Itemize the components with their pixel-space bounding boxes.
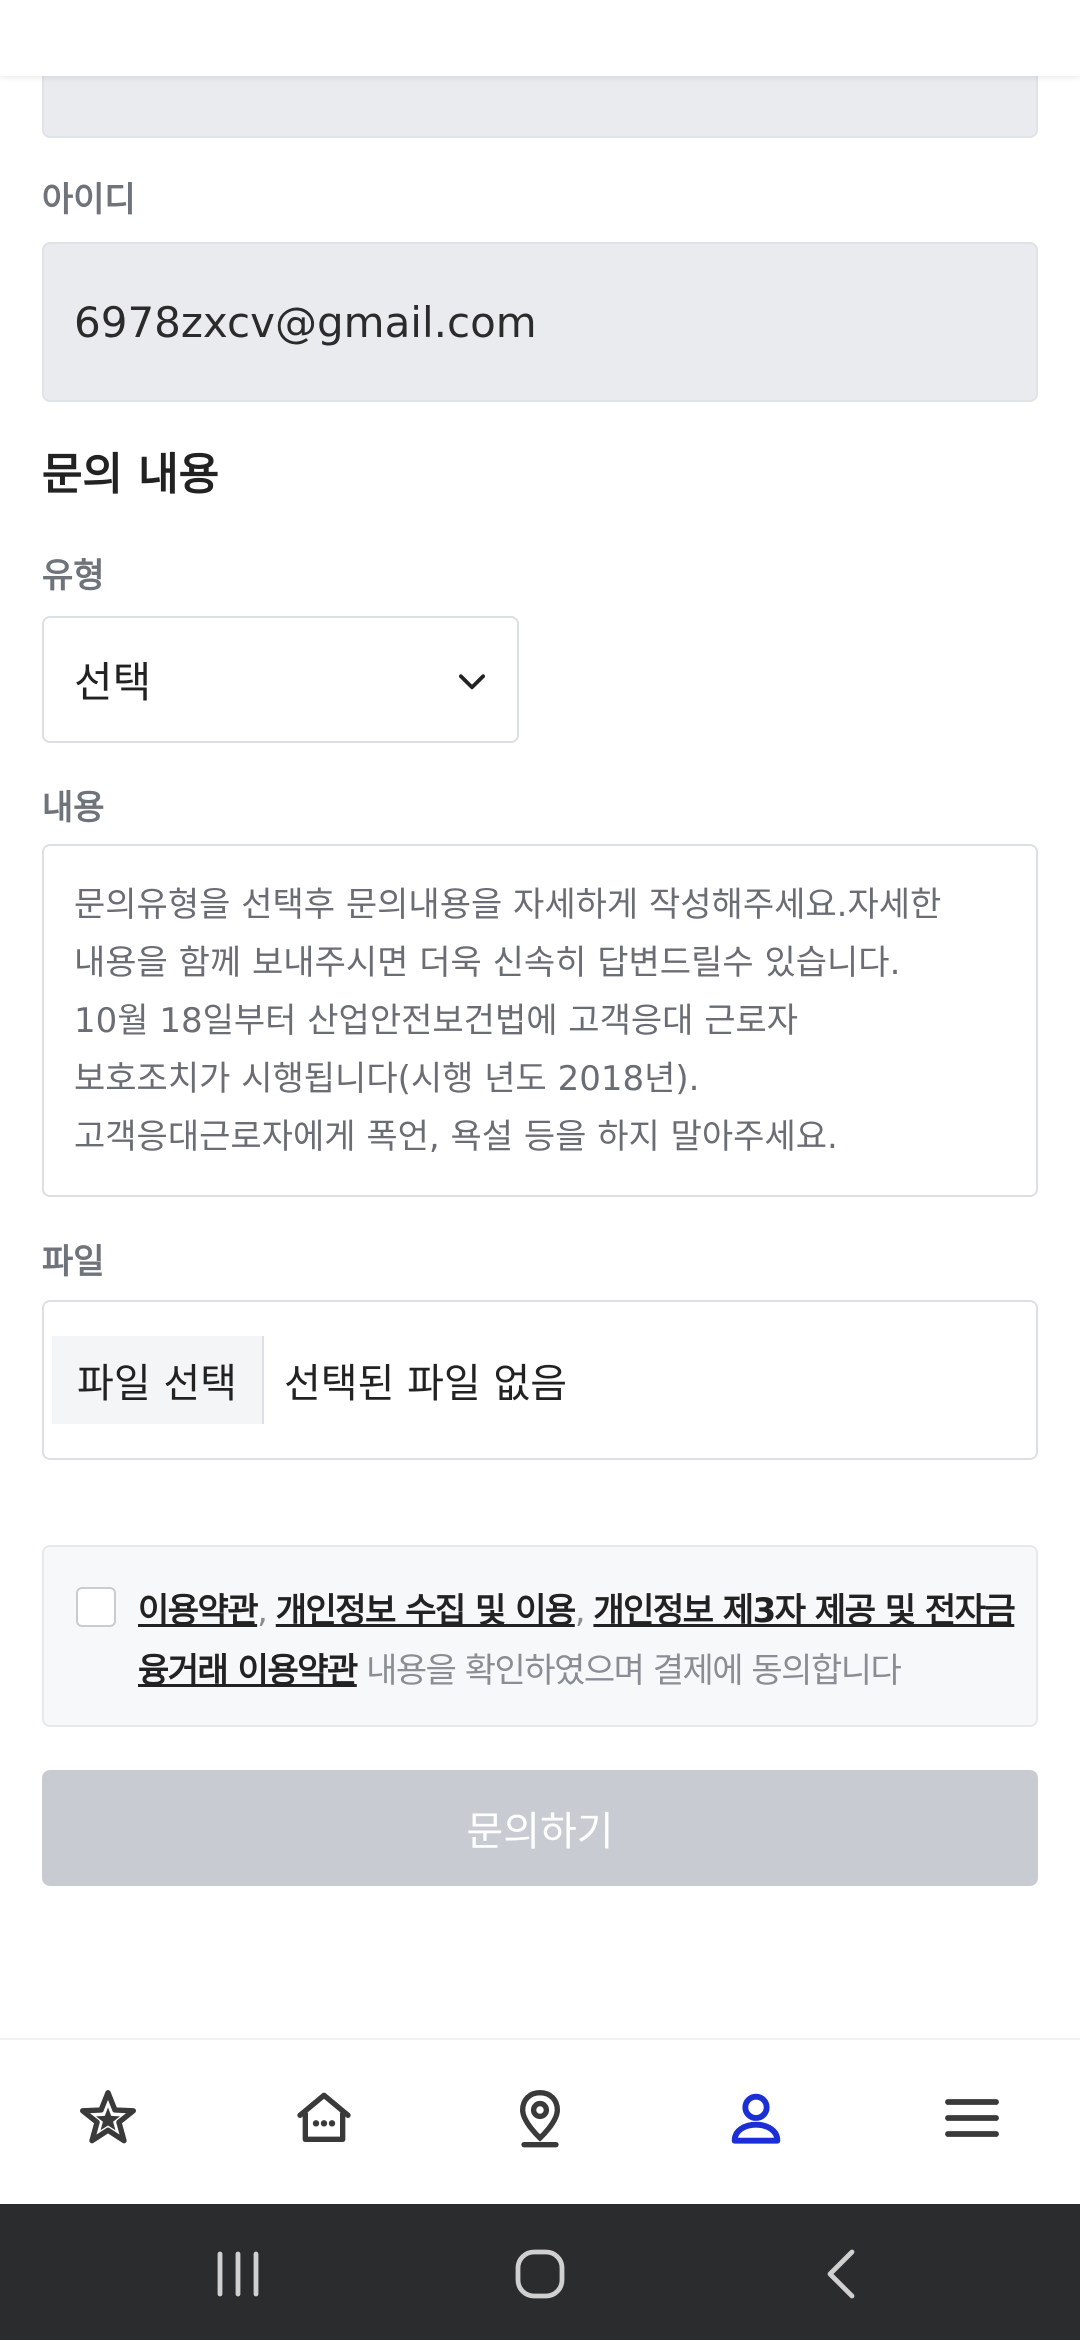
type-label: 유형 <box>42 556 105 596</box>
submit-button[interactable]: 문의하기 <box>42 1770 1038 1886</box>
bottom-nav <box>0 2038 1080 2206</box>
menu-icon <box>945 2099 999 2137</box>
nav-home[interactable] <box>284 2078 364 2158</box>
separator: , <box>574 1591 594 1631</box>
content-label: 내용 <box>42 788 105 828</box>
user-icon <box>731 2093 781 2144</box>
file-label: 파일 <box>42 1242 105 1282</box>
back-icon[interactable] <box>812 2246 872 2302</box>
type-select[interactable]: 선택 <box>42 616 519 743</box>
file-input[interactable]: 파일 선택 선택된 파일 없음 <box>42 1300 1038 1460</box>
system-navigation-bar <box>0 2204 1080 2340</box>
nav-menu[interactable] <box>932 2078 1012 2158</box>
chevron-down-icon <box>459 674 485 690</box>
id-field: 6978zxcv@gmail.com <box>42 242 1038 402</box>
file-status-text: 선택된 파일 없음 <box>284 1361 568 1407</box>
nav-location[interactable] <box>500 2078 580 2158</box>
content-textarea[interactable]: 문의유형을 선택후 문의내용을 자세하게 작성해주세요.자세한 내용을 함께 보… <box>42 844 1038 1197</box>
inquiry-section-title: 문의 내용 <box>42 449 220 500</box>
placeholder-line: 10월 18일부터 산업안전보건법에 고객응대 근로자 <box>74 1001 799 1041</box>
placeholder-line: 고객응대근로자에게 폭언, 욕설 등을 하지 말아주세요. <box>74 1117 838 1157</box>
location-pin-icon <box>519 2089 561 2148</box>
placeholder-line: 보호조치가 시행됩니다(시행 년도 2018년). <box>74 1059 700 1099</box>
agreement-box: 이용약관, 개인정보 수집 및 이용, 개인정보 제3자 제공 및 전자금융거래… <box>42 1545 1038 1727</box>
agreement-text: 이용약관, 개인정보 수집 및 이용, 개인정보 제3자 제공 및 전자금융거래… <box>138 1581 1018 1701</box>
nav-star[interactable] <box>68 2078 148 2158</box>
home-circle-icon[interactable] <box>510 2246 570 2302</box>
file-select-button[interactable]: 파일 선택 <box>52 1336 264 1424</box>
placeholder-line: 내용을 함께 보내주시면 더욱 신속히 답변드릴수 있습니다. <box>74 943 901 983</box>
third-party-link[interactable]: 개인정보 제3자 제공 및 전자금 <box>593 1591 1015 1631</box>
home-icon <box>297 2092 351 2142</box>
type-select-value: 선택 <box>74 658 152 707</box>
agreement-checkbox[interactable] <box>76 1587 116 1627</box>
placeholder-line: 문의유형을 선택후 문의내용을 자세하게 작성해주세요.자세한 <box>74 885 942 925</box>
id-label: 아이디 <box>42 180 136 220</box>
privacy-link[interactable]: 개인정보 수집 및 이용 <box>276 1591 577 1631</box>
top-app-bar <box>0 0 1080 76</box>
star-icon <box>80 2090 136 2144</box>
terms-link[interactable]: 이용약관 <box>138 1591 259 1631</box>
nav-profile[interactable] <box>716 2078 796 2158</box>
id-value: 6978zxcv@gmail.com <box>74 297 537 347</box>
separator: , <box>257 1591 276 1631</box>
third-party-link-cont[interactable]: 융거래 이용약관 <box>138 1651 358 1691</box>
recents-icon[interactable] <box>208 2246 268 2302</box>
agreement-suffix: 내용을 확인하였으며 결제에 동의합니다 <box>356 1651 902 1691</box>
